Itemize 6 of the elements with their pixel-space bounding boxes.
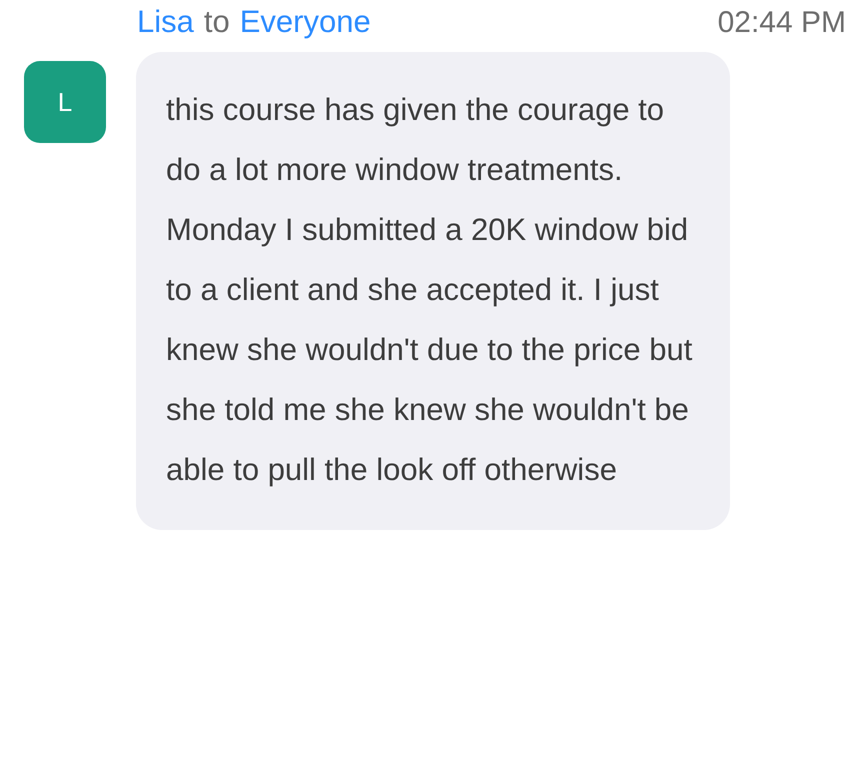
avatar: L	[24, 61, 106, 143]
connector-text: to	[204, 4, 230, 40]
message-time: 02:44 PM	[718, 6, 846, 40]
sender-name: Lisa	[137, 4, 194, 40]
message-text: this course has given the courage to do a lot more window treatments. Monday I submitted a 20K window bid to a client and she accepted it. I just knew she wouldn't due to the price but she told me she knew she wouldn't be able to pull the look off otherwise	[166, 91, 694, 489]
recipient-name: Everyone	[240, 4, 371, 40]
